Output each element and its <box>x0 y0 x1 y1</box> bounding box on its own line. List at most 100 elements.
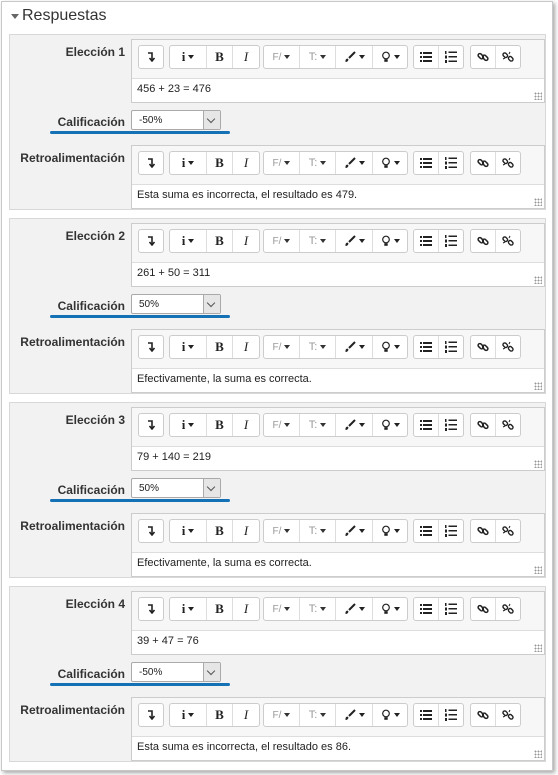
font-size-button[interactable]: T: <box>300 598 336 620</box>
bold-button[interactable]: B <box>207 598 233 620</box>
unordered-list-button[interactable] <box>414 414 439 436</box>
link-button[interactable] <box>471 520 496 542</box>
unlink-button[interactable] <box>496 152 520 174</box>
link-button[interactable] <box>471 598 496 620</box>
show-more-buttons-icon[interactable] <box>139 414 163 436</box>
font-color-button[interactable] <box>336 520 373 542</box>
font-size-button[interactable]: T: <box>300 520 336 542</box>
paragraph-styles-button[interactable]: i <box>170 46 207 68</box>
ordered-list-button[interactable] <box>439 414 463 436</box>
equation-button[interactable] <box>373 152 407 174</box>
resize-grip-icon[interactable] <box>534 460 542 468</box>
answer-text[interactable]: 456 + 23 = 476 <box>137 83 211 95</box>
unordered-list-button[interactable] <box>414 704 439 726</box>
unordered-list-button[interactable] <box>414 230 439 252</box>
answer-editor[interactable]: i B I F/ T: <box>131 39 545 103</box>
italic-button[interactable]: I <box>233 520 259 542</box>
equation-button[interactable] <box>373 704 407 726</box>
show-more-buttons-icon[interactable] <box>139 46 163 68</box>
bold-button[interactable]: B <box>207 414 233 436</box>
grade-select[interactable]: 50% <box>131 294 221 314</box>
show-more-buttons-icon[interactable] <box>139 152 163 174</box>
equation-button[interactable] <box>373 46 407 68</box>
bold-button[interactable]: B <box>207 152 233 174</box>
font-family-button[interactable]: F/ <box>264 230 300 252</box>
answer-editor[interactable]: i B I F/ T: <box>131 407 545 471</box>
feedback-text[interactable]: Efectivamente, la suma es correcta. <box>137 557 312 569</box>
italic-button[interactable]: I <box>233 336 259 358</box>
paragraph-styles-button[interactable]: i <box>170 414 207 436</box>
font-family-button[interactable]: F/ <box>264 520 300 542</box>
feedback-text[interactable]: Esta suma es incorrecta, el resultado es… <box>137 741 351 753</box>
font-size-button[interactable]: T: <box>300 230 336 252</box>
font-color-button[interactable] <box>336 598 373 620</box>
section-header[interactable]: Respuestas <box>2 2 552 36</box>
grade-select[interactable]: -50% <box>131 662 221 682</box>
equation-button[interactable] <box>373 520 407 542</box>
unlink-button[interactable] <box>496 336 520 358</box>
feedback-editor[interactable]: i B I F/ T: <box>131 513 545 577</box>
ordered-list-button[interactable] <box>439 704 463 726</box>
paragraph-styles-button[interactable]: i <box>170 336 207 358</box>
show-more-buttons-icon[interactable] <box>139 336 163 358</box>
resize-grip-icon[interactable] <box>534 566 542 574</box>
unordered-list-button[interactable] <box>414 336 439 358</box>
link-button[interactable] <box>471 230 496 252</box>
unordered-list-button[interactable] <box>414 520 439 542</box>
equation-button[interactable] <box>373 414 407 436</box>
bold-button[interactable]: B <box>207 336 233 358</box>
font-color-button[interactable] <box>336 152 373 174</box>
collapse-triangle-icon[interactable] <box>11 14 19 19</box>
font-family-button[interactable]: F/ <box>264 704 300 726</box>
link-button[interactable] <box>471 414 496 436</box>
ordered-list-button[interactable] <box>439 46 463 68</box>
bold-button[interactable]: B <box>207 520 233 542</box>
chevron-down-icon[interactable] <box>203 295 220 313</box>
italic-button[interactable]: I <box>233 152 259 174</box>
ordered-list-button[interactable] <box>439 152 463 174</box>
resize-grip-icon[interactable] <box>534 92 542 100</box>
feedback-editor[interactable]: i B I F/ T: <box>131 145 545 209</box>
unlink-button[interactable] <box>496 230 520 252</box>
feedback-text[interactable]: Efectivamente, la suma es correcta. <box>137 373 312 385</box>
ordered-list-button[interactable] <box>439 520 463 542</box>
link-button[interactable] <box>471 152 496 174</box>
link-button[interactable] <box>471 704 496 726</box>
unlink-button[interactable] <box>496 598 520 620</box>
equation-button[interactable] <box>373 336 407 358</box>
ordered-list-button[interactable] <box>439 230 463 252</box>
chevron-down-icon[interactable] <box>203 663 220 681</box>
resize-grip-icon[interactable] <box>534 644 542 652</box>
bold-button[interactable]: B <box>207 46 233 68</box>
unordered-list-button[interactable] <box>414 598 439 620</box>
show-more-buttons-icon[interactable] <box>139 230 163 252</box>
feedback-editor[interactable]: i B I F/ T: <box>131 329 545 393</box>
feedback-text[interactable]: Esta suma es incorrecta, el resultado es… <box>137 189 357 201</box>
paragraph-styles-button[interactable]: i <box>170 230 207 252</box>
show-more-buttons-icon[interactable] <box>139 704 163 726</box>
font-family-button[interactable]: F/ <box>264 46 300 68</box>
chevron-down-icon[interactable] <box>203 479 220 497</box>
unordered-list-button[interactable] <box>414 152 439 174</box>
show-more-buttons-icon[interactable] <box>139 520 163 542</box>
italic-button[interactable]: I <box>233 230 259 252</box>
font-color-button[interactable] <box>336 414 373 436</box>
equation-button[interactable] <box>373 230 407 252</box>
equation-button[interactable] <box>373 598 407 620</box>
answer-text[interactable]: 39 + 47 = 76 <box>137 635 199 647</box>
font-size-button[interactable]: T: <box>300 414 336 436</box>
answer-text[interactable]: 79 + 140 = 219 <box>137 451 211 463</box>
italic-button[interactable]: I <box>233 46 259 68</box>
paragraph-styles-button[interactable]: i <box>170 152 207 174</box>
font-color-button[interactable] <box>336 230 373 252</box>
bold-button[interactable]: B <box>207 230 233 252</box>
font-family-button[interactable]: F/ <box>264 336 300 358</box>
font-family-button[interactable]: F/ <box>264 598 300 620</box>
font-color-button[interactable] <box>336 704 373 726</box>
font-size-button[interactable]: T: <box>300 336 336 358</box>
unlink-button[interactable] <box>496 520 520 542</box>
italic-button[interactable]: I <box>233 704 259 726</box>
bold-button[interactable]: B <box>207 704 233 726</box>
resize-grip-icon[interactable] <box>534 382 542 390</box>
link-button[interactable] <box>471 46 496 68</box>
